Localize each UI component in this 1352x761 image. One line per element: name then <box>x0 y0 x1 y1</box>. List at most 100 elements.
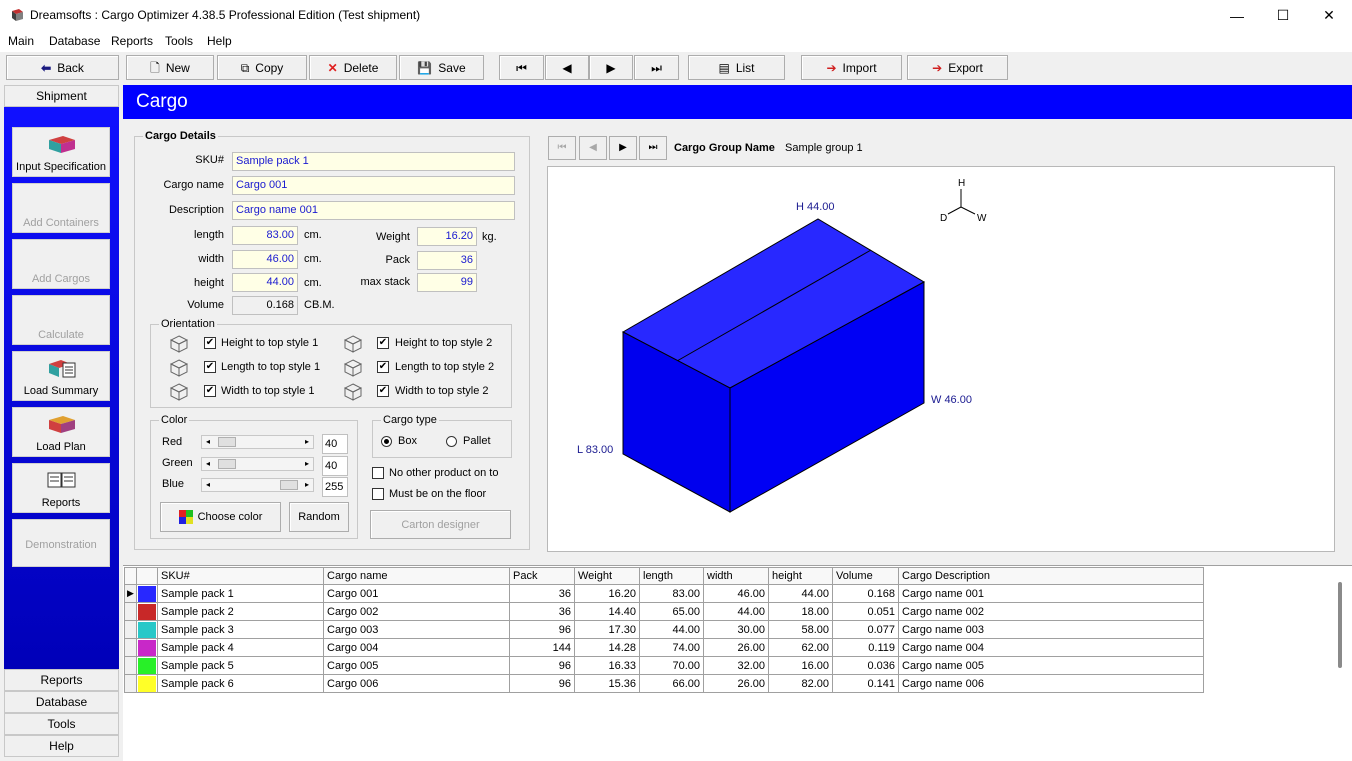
cargo-3d-view[interactable]: H 44.00 W 46.00 L 83.00 H D W <box>547 166 1335 552</box>
menu-reports[interactable]: Reports <box>111 34 153 48</box>
length-field[interactable]: 83.00 <box>232 226 298 245</box>
cell-pack[interactable]: 144 <box>509 638 575 657</box>
height-top-style1-checkbox[interactable]: ✔ <box>204 337 216 349</box>
delete-button[interactable]: ✕ Delete <box>309 55 397 80</box>
row-indicator[interactable] <box>124 656 137 675</box>
weight-field[interactable]: 16.20 <box>417 227 477 246</box>
cell-volume[interactable]: 0.036 <box>832 656 899 675</box>
header-height[interactable]: height <box>768 567 833 585</box>
close-button[interactable]: ✕ <box>1306 0 1352 31</box>
nav-input-specification[interactable]: Input Specification <box>12 127 110 177</box>
cell-volume[interactable]: 0.168 <box>832 584 899 603</box>
cell-pack[interactable]: 96 <box>509 656 575 675</box>
blue-slider[interactable]: ◂ ▸ <box>201 478 314 492</box>
must-be-on-floor-checkbox[interactable] <box>372 488 384 500</box>
cell-sku[interactable]: Sample pack 5 <box>157 656 324 675</box>
next-record-button[interactable]: ▶ <box>589 55 633 80</box>
cell-volume[interactable]: 0.051 <box>832 602 899 621</box>
previous-record-button[interactable]: ◀ <box>545 55 589 80</box>
row-color-swatch[interactable] <box>136 638 158 657</box>
list-button[interactable]: ▤ List <box>688 55 785 80</box>
nav-add-cargos[interactable]: Add Cargos <box>12 239 110 289</box>
cell-pack[interactable]: 36 <box>509 584 575 603</box>
cell-cargo-name[interactable]: Cargo 001 <box>323 584 510 603</box>
header-cargo-name[interactable]: Cargo name <box>323 567 510 585</box>
cell-volume[interactable]: 0.119 <box>832 638 899 657</box>
cell-cargo-description[interactable]: Cargo name 006 <box>898 674 1204 693</box>
cell-width[interactable]: 26.00 <box>703 638 769 657</box>
cell-weight[interactable]: 15.36 <box>574 674 640 693</box>
green-value[interactable]: 40 <box>322 456 348 476</box>
cell-cargo-description[interactable]: Cargo name 005 <box>898 656 1204 675</box>
cell-cargo-name[interactable]: Cargo 004 <box>323 638 510 657</box>
group-last-button[interactable]: ⏭ <box>639 136 667 160</box>
header-length[interactable]: length <box>639 567 704 585</box>
cell-height[interactable]: 16.00 <box>768 656 833 675</box>
cell-pack[interactable]: 96 <box>509 674 575 693</box>
cell-cargo-name[interactable]: Cargo 003 <box>323 620 510 639</box>
width-top-style1-checkbox[interactable]: ✔ <box>204 385 216 397</box>
cell-volume[interactable]: 0.141 <box>832 674 899 693</box>
cell-weight[interactable]: 14.28 <box>574 638 640 657</box>
row-color-swatch[interactable] <box>136 674 158 693</box>
cell-sku[interactable]: Sample pack 2 <box>157 602 324 621</box>
cell-height[interactable]: 62.00 <box>768 638 833 657</box>
new-button[interactable]: 🗋 New <box>126 55 214 80</box>
sku-field[interactable]: Sample pack 1 <box>232 152 515 171</box>
cell-width[interactable]: 32.00 <box>703 656 769 675</box>
last-record-button[interactable]: ⏭ <box>634 55 679 80</box>
table-row[interactable]: Sample pack 2 Cargo 002 36 14.40 65.00 44.00 1… <box>124 602 1204 621</box>
nav-tab-shipment[interactable]: Shipment <box>4 85 119 107</box>
group-prev-button[interactable]: ◀ <box>579 136 607 160</box>
green-slider[interactable]: ◂ ▸ <box>201 457 314 471</box>
header-pack[interactable]: Pack <box>509 567 575 585</box>
row-indicator[interactable] <box>124 674 137 693</box>
group-next-button[interactable]: ▶ <box>609 136 637 160</box>
nav-bottom-database[interactable]: Database <box>4 691 119 713</box>
row-color-swatch[interactable] <box>136 584 158 603</box>
length-top-style1-checkbox[interactable]: ✔ <box>204 361 216 373</box>
length-top-style2-checkbox[interactable]: ✔ <box>377 361 389 373</box>
nav-bottom-help[interactable]: Help <box>4 735 119 757</box>
cell-cargo-description[interactable]: Cargo name 001 <box>898 584 1204 603</box>
first-record-button[interactable]: ⏮ <box>499 55 544 80</box>
row-indicator[interactable] <box>124 602 137 621</box>
nav-bottom-reports[interactable]: Reports <box>4 669 119 691</box>
row-indicator[interactable]: ▶ <box>124 584 137 603</box>
cell-height[interactable]: 58.00 <box>768 620 833 639</box>
copy-button[interactable]: ⧉ Copy <box>217 55 307 80</box>
cell-length[interactable]: 44.00 <box>639 620 704 639</box>
grid-scrollbar[interactable] <box>1338 582 1342 668</box>
header-sku[interactable]: SKU# <box>157 567 324 585</box>
maximize-button[interactable]: ☐ <box>1260 0 1306 31</box>
header-volume[interactable]: Volume <box>832 567 899 585</box>
cell-cargo-name[interactable]: Cargo 005 <box>323 656 510 675</box>
table-row[interactable]: Sample pack 4 Cargo 004 144 14.28 74.00 26.00… <box>124 638 1204 657</box>
width-top-style2-checkbox[interactable]: ✔ <box>377 385 389 397</box>
cell-width[interactable]: 30.00 <box>703 620 769 639</box>
back-button[interactable]: ⬅ Back <box>6 55 119 80</box>
blue-slider-thumb[interactable] <box>280 480 298 490</box>
cell-height[interactable]: 18.00 <box>768 602 833 621</box>
nav-load-plan[interactable]: Load Plan <box>12 407 110 457</box>
save-button[interactable]: 💾 Save <box>399 55 484 80</box>
cell-height[interactable]: 82.00 <box>768 674 833 693</box>
minimize-button[interactable]: — <box>1214 0 1260 31</box>
cell-cargo-description[interactable]: Cargo name 004 <box>898 638 1204 657</box>
nav-load-summary[interactable]: Load Summary <box>12 351 110 401</box>
cell-width[interactable]: 44.00 <box>703 602 769 621</box>
red-slider[interactable]: ◂ ▸ <box>201 435 314 449</box>
random-color-button[interactable]: Random <box>289 502 349 532</box>
cell-length[interactable]: 83.00 <box>639 584 704 603</box>
menu-help[interactable]: Help <box>207 34 232 48</box>
cell-sku[interactable]: Sample pack 6 <box>157 674 324 693</box>
box-radio[interactable] <box>381 436 392 447</box>
table-row[interactable]: ▶ Sample pack 1 Cargo 001 36 16.20 83.00 46.00… <box>124 584 1204 603</box>
row-color-swatch[interactable] <box>136 656 158 675</box>
cell-cargo-description[interactable]: Cargo name 003 <box>898 620 1204 639</box>
header-width[interactable]: width <box>703 567 769 585</box>
height-top-style2-checkbox[interactable]: ✔ <box>377 337 389 349</box>
nav-reports[interactable]: Reports <box>12 463 110 513</box>
max-stack-field[interactable]: 99 <box>417 273 477 292</box>
pack-field[interactable]: 36 <box>417 251 477 270</box>
